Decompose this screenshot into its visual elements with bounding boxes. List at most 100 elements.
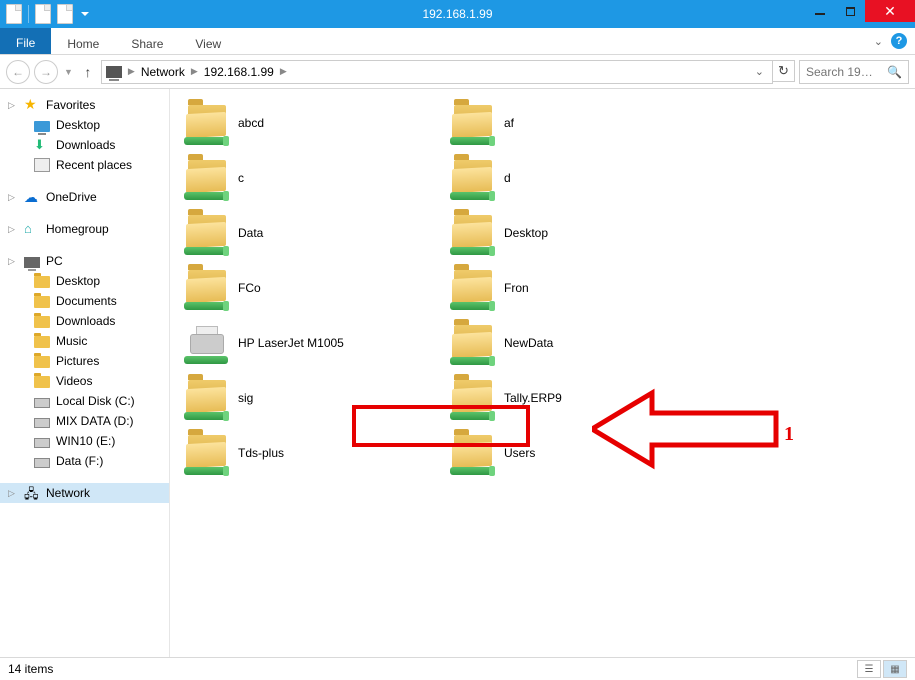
- view-details-button[interactable]: ☰: [857, 660, 881, 678]
- shared-folder-icon: [186, 433, 228, 473]
- sidebar-item-videos[interactable]: Videos: [0, 371, 169, 391]
- sidebar-item-downloads-pc[interactable]: Downloads: [0, 311, 169, 331]
- main-area: ▷ ★ Favorites Desktop Downloads Recent p…: [0, 89, 915, 657]
- file-tab[interactable]: File: [0, 28, 51, 54]
- chevron-right-icon[interactable]: ▶: [278, 66, 289, 77]
- item-label: Data: [238, 226, 263, 240]
- share-folder-item[interactable]: FCo: [182, 260, 442, 315]
- minimize-button[interactable]: [805, 0, 835, 22]
- share-folder-item[interactable]: Tds-plus: [182, 425, 442, 480]
- share-folder-item[interactable]: d: [448, 150, 708, 205]
- item-label: af: [504, 116, 514, 130]
- tab-home[interactable]: Home: [51, 28, 115, 54]
- search-input[interactable]: [806, 65, 883, 79]
- share-folder-item[interactable]: abcd: [182, 95, 442, 150]
- sidebar-item-desktop-pc[interactable]: Desktop: [0, 271, 169, 291]
- folder-icon: [34, 316, 50, 328]
- share-folder-item[interactable]: NewData: [448, 315, 708, 370]
- maximize-button[interactable]: [835, 0, 865, 22]
- item-label: Tds-plus: [238, 446, 284, 460]
- ribbon-tabs: File Home Share View ⌄ ?: [0, 28, 915, 55]
- computer-icon: [106, 66, 122, 78]
- folder-icon: [34, 376, 50, 388]
- chevron-right-icon[interactable]: ▶: [189, 66, 200, 77]
- shared-folder-icon: [452, 268, 494, 308]
- annotation-number: 1: [784, 423, 794, 446]
- shared-folder-icon: [186, 103, 228, 143]
- share-folder-item[interactable]: sig: [182, 370, 442, 425]
- qat-dropdown-icon[interactable]: [81, 12, 89, 16]
- navigation-bar: ← → ▼ ↑ ▶ Network ▶ 192.168.1.99 ▶ ⌄ ↻ 🔍: [0, 55, 915, 89]
- address-bar[interactable]: ▶ Network ▶ 192.168.1.99 ▶ ⌄: [101, 60, 773, 84]
- expand-icon[interactable]: ▷: [8, 256, 18, 267]
- back-button[interactable]: ←: [6, 60, 30, 84]
- sidebar-item-disk-c[interactable]: Local Disk (C:): [0, 391, 169, 411]
- search-box[interactable]: 🔍: [799, 60, 909, 84]
- sidebar-network[interactable]: ▷ 🖧 Network: [0, 483, 169, 503]
- window-controls: ✕: [805, 0, 915, 28]
- forward-button[interactable]: →: [34, 60, 58, 84]
- share-folder-item[interactable]: Users: [448, 425, 708, 480]
- folder-icon: [34, 276, 50, 288]
- share-folder-item[interactable]: af: [448, 95, 708, 150]
- shared-folder-icon: [452, 433, 494, 473]
- shared-folder-icon: [452, 378, 494, 418]
- item-label: Desktop: [504, 226, 548, 240]
- history-dropdown-icon[interactable]: ▼: [62, 67, 75, 77]
- item-label: FCo: [238, 281, 261, 295]
- shared-folder-icon: [452, 103, 494, 143]
- breadcrumb-host[interactable]: 192.168.1.99: [204, 65, 274, 79]
- expand-icon[interactable]: ▷: [8, 488, 18, 499]
- sidebar-item-desktop[interactable]: Desktop: [0, 115, 169, 135]
- disk-icon: [34, 418, 50, 428]
- qat-icon-2[interactable]: [35, 4, 51, 24]
- share-folder-item[interactable]: Tally.ERP9: [448, 370, 708, 425]
- ribbon-collapse-icon[interactable]: ⌄: [874, 35, 883, 48]
- desktop-icon: [34, 121, 50, 132]
- up-button[interactable]: ↑: [79, 64, 97, 80]
- tab-view[interactable]: View: [179, 28, 237, 54]
- sidebar-favorites[interactable]: ▷ ★ Favorites: [0, 95, 169, 115]
- refresh-button[interactable]: ↻: [773, 60, 795, 82]
- sidebar-homegroup[interactable]: ▷ ⌂ Homegroup: [0, 219, 169, 239]
- share-folder-item[interactable]: c: [182, 150, 442, 205]
- qat-separator: [28, 5, 29, 23]
- help-icon[interactable]: ?: [891, 33, 907, 49]
- sidebar-item-disk-f[interactable]: Data (F:): [0, 451, 169, 471]
- sidebar-item-disk-d[interactable]: MIX DATA (D:): [0, 411, 169, 431]
- sidebar-item-music[interactable]: Music: [0, 331, 169, 351]
- qat-icon-3[interactable]: [57, 4, 73, 24]
- share-folder-item[interactable]: Desktop: [448, 205, 708, 260]
- tab-share[interactable]: Share: [115, 28, 179, 54]
- folder-icon: [34, 296, 50, 308]
- share-folder-item[interactable]: Fron: [448, 260, 708, 315]
- expand-icon[interactable]: ▷: [8, 100, 18, 111]
- sidebar-onedrive[interactable]: ▷ ☁ OneDrive: [0, 187, 169, 207]
- sidebar-item-pictures[interactable]: Pictures: [0, 351, 169, 371]
- items-view[interactable]: abcd c Data FCo HP LaserJet M1005sig Tds-plus…: [170, 89, 915, 657]
- shared-folder-icon: [186, 268, 228, 308]
- expand-icon[interactable]: ▷: [8, 224, 18, 235]
- qat-icon-1[interactable]: [6, 4, 22, 24]
- address-dropdown-icon[interactable]: ⌄: [751, 65, 768, 78]
- recent-icon: [34, 158, 50, 172]
- sidebar-item-downloads[interactable]: Downloads: [0, 135, 169, 155]
- breadcrumb-network[interactable]: Network: [141, 65, 185, 79]
- close-button[interactable]: ✕: [865, 0, 915, 22]
- share-folder-item[interactable]: Data: [182, 205, 442, 260]
- navigation-pane[interactable]: ▷ ★ Favorites Desktop Downloads Recent p…: [0, 89, 170, 657]
- sidebar-item-recent[interactable]: Recent places: [0, 155, 169, 175]
- printer-item[interactable]: HP LaserJet M1005: [182, 315, 442, 370]
- expand-icon[interactable]: ▷: [8, 192, 18, 203]
- item-label: NewData: [504, 336, 553, 350]
- sidebar-item-disk-e[interactable]: WIN10 (E:): [0, 431, 169, 451]
- sidebar-pc[interactable]: ▷ PC: [0, 251, 169, 271]
- window-title: 192.168.1.99: [422, 7, 492, 21]
- chevron-right-icon[interactable]: ▶: [126, 66, 137, 77]
- sidebar-item-documents[interactable]: Documents: [0, 291, 169, 311]
- view-tiles-button[interactable]: ▦: [883, 660, 907, 678]
- search-icon[interactable]: 🔍: [887, 65, 902, 79]
- disk-icon: [34, 398, 50, 408]
- item-label: c: [238, 171, 244, 185]
- item-count: 14 items: [8, 662, 53, 676]
